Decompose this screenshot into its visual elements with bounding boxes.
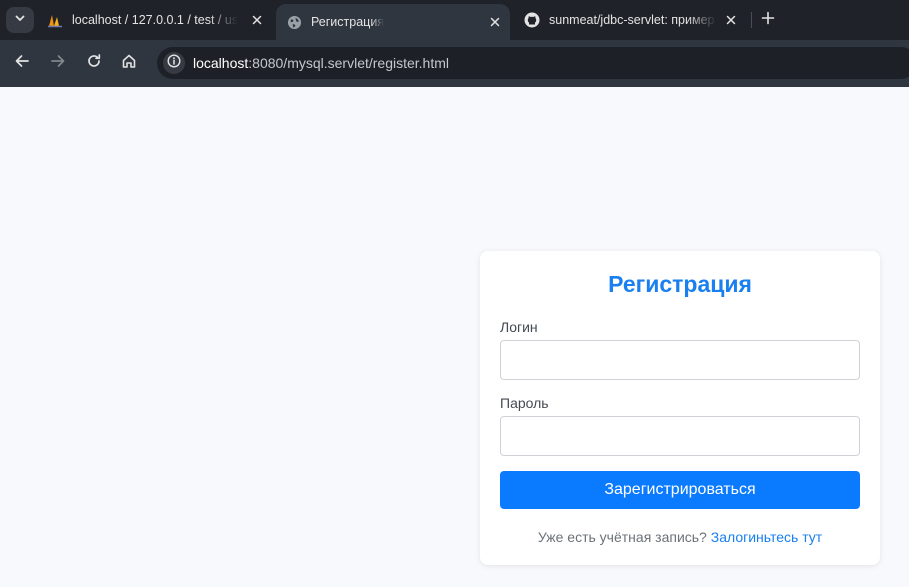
home-button[interactable] (118, 52, 140, 74)
phpmyadmin-sails-icon (47, 12, 63, 28)
url-host: localhost (193, 55, 249, 71)
arrow-right-icon (50, 53, 66, 74)
address-bar[interactable]: localhost:8080/mysql.servlet/register.ht… (157, 47, 909, 79)
chevron-down-icon (14, 11, 26, 29)
close-icon[interactable] (250, 13, 264, 27)
register-card: Регистрация Логин Пароль Зарегистрироват… (480, 251, 880, 565)
tab-separator (751, 12, 752, 28)
url-text[interactable]: localhost:8080/mysql.servlet/register.ht… (193, 55, 449, 71)
home-icon (121, 53, 137, 74)
login-label: Логин (500, 319, 538, 335)
reload-button[interactable] (83, 52, 105, 74)
login-prompt-text: Уже есть учётная запись? (537, 529, 707, 545)
plus-icon (761, 11, 775, 30)
forward-button[interactable] (47, 52, 69, 74)
site-info-button[interactable] (163, 52, 185, 74)
password-input[interactable] (500, 416, 860, 456)
arrow-left-icon (14, 53, 30, 74)
url-path: :8080/mysql.servlet/register.html (248, 55, 450, 71)
page-viewport: Регистрация Логин Пароль Зарегистрироват… (0, 87, 909, 587)
tab-strip: localhost / 127.0.0.1 / test / users Рег… (0, 0, 909, 40)
login-link[interactable]: Залогиньтесь тут (711, 529, 822, 545)
password-label: Пароль (500, 395, 549, 411)
tab-registration[interactable]: Регистрация (276, 4, 510, 40)
info-icon (167, 53, 181, 73)
reload-icon (86, 53, 102, 74)
close-icon[interactable] (488, 15, 502, 29)
page-title: Регистрация (608, 271, 752, 297)
login-prompt: Уже есть учётная запись? Залогиньтесь ту… (480, 529, 880, 545)
tab-title: Регистрация (311, 15, 385, 29)
back-button[interactable] (11, 52, 33, 74)
register-button[interactable]: Зарегистрироваться (500, 471, 860, 509)
tab-github[interactable]: sunmeat/jdbc-servlet: пример работы с JD… (514, 6, 746, 34)
close-icon[interactable] (724, 13, 738, 27)
new-tab-button[interactable] (758, 10, 778, 30)
globe-icon (286, 14, 302, 30)
tab-title: sunmeat/jdbc-servlet: пример работы с JD… (549, 13, 717, 27)
login-input[interactable] (500, 340, 860, 380)
browser-toolbar: localhost:8080/mysql.servlet/register.ht… (0, 40, 909, 87)
tab-search-button[interactable] (6, 7, 34, 33)
tab-phpmyadmin[interactable]: localhost / 127.0.0.1 / test / users (40, 6, 272, 34)
github-icon (524, 12, 540, 28)
tab-title: localhost / 127.0.0.1 / test / users (72, 13, 238, 27)
